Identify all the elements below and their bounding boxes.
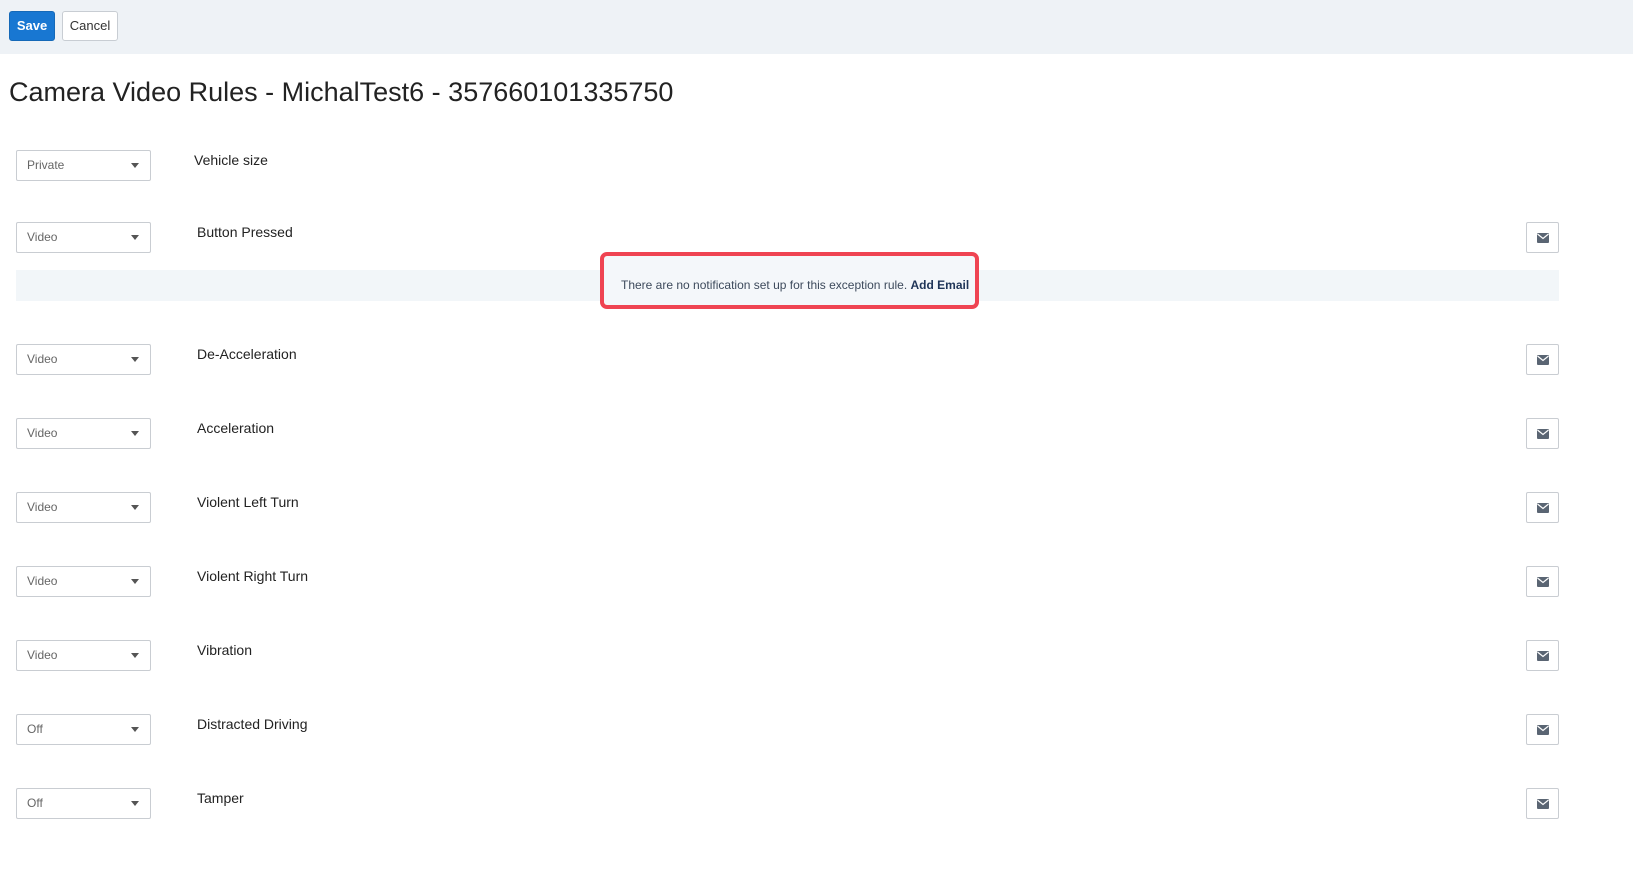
- email-notification-button[interactable]: [1526, 492, 1559, 523]
- rule-mode-select[interactable]: Off: [16, 714, 151, 745]
- rule-mode-value: Video: [27, 426, 58, 440]
- rule-mode-value: Video: [27, 352, 58, 366]
- envelope-icon: [1537, 577, 1549, 587]
- rule-label: Violent Right Turn: [197, 568, 309, 584]
- email-notification-button[interactable]: [1526, 344, 1559, 375]
- save-button[interactable]: Save: [9, 11, 55, 41]
- caret-down-icon: [131, 801, 139, 806]
- rule-mode-value: Off: [27, 722, 43, 736]
- envelope-icon: [1537, 233, 1549, 243]
- envelope-icon: [1537, 503, 1549, 513]
- rule-mode-select[interactable]: Video: [16, 344, 151, 375]
- email-notification-button[interactable]: [1526, 640, 1559, 671]
- caret-down-icon: [131, 727, 139, 732]
- rule-mode-value: Video: [27, 574, 58, 588]
- rule-row-vibration: Video Vibration: [0, 640, 1633, 672]
- caret-down-icon: [131, 505, 139, 510]
- rule-label: Violent Left Turn: [197, 494, 299, 510]
- rule-label: Vehicle size: [194, 152, 268, 168]
- rule-label: Button Pressed: [197, 224, 293, 240]
- email-notification-button[interactable]: [1526, 566, 1559, 597]
- rule-row-distracted-driving: Off Distracted Driving: [0, 714, 1633, 746]
- envelope-icon: [1537, 429, 1549, 439]
- add-email-link[interactable]: Add Email: [911, 278, 970, 292]
- rule-mode-value: Off: [27, 796, 43, 810]
- rule-row-tamper: Off Tamper: [0, 788, 1633, 820]
- email-notification-button[interactable]: [1526, 222, 1559, 253]
- email-notification-button[interactable]: [1526, 788, 1559, 819]
- rule-label: Vibration: [197, 642, 253, 658]
- caret-down-icon: [131, 357, 139, 362]
- envelope-icon: [1537, 355, 1549, 365]
- rule-label: Distracted Driving: [197, 716, 308, 732]
- rule-row-violent-left-turn: Video Violent Left Turn: [0, 492, 1633, 524]
- rule-row-button-pressed: Video Button Pressed: [0, 222, 1633, 254]
- envelope-icon: [1537, 725, 1549, 735]
- rule-mode-select[interactable]: Video: [16, 492, 151, 523]
- rule-mode-select[interactable]: Video: [16, 566, 151, 597]
- rule-mode-select[interactable]: Video: [16, 222, 151, 253]
- rule-label: Acceleration: [197, 420, 275, 436]
- rule-row-violent-right-turn: Video Violent Right Turn: [0, 566, 1633, 598]
- notification-message: There are no notification set up for thi…: [621, 276, 969, 294]
- caret-down-icon: [131, 579, 139, 584]
- toolbar: Save Cancel: [0, 0, 1633, 54]
- rule-row-vehicle-size: Private Vehicle size: [0, 150, 1633, 182]
- notification-text: There are no notification set up for thi…: [621, 278, 908, 292]
- rule-mode-select[interactable]: Off: [16, 788, 151, 819]
- rule-mode-value: Video: [27, 500, 58, 514]
- page-title: Camera Video Rules - MichalTest6 - 35766…: [9, 77, 674, 107]
- cancel-button[interactable]: Cancel: [62, 11, 118, 41]
- email-notification-button[interactable]: [1526, 714, 1559, 745]
- rule-label: Tamper: [197, 790, 244, 806]
- email-notification-button[interactable]: [1526, 418, 1559, 449]
- caret-down-icon: [131, 163, 139, 168]
- envelope-icon: [1537, 799, 1549, 809]
- rule-mode-value: Video: [27, 648, 58, 662]
- caret-down-icon: [131, 235, 139, 240]
- rule-row-acceleration: Video Acceleration: [0, 418, 1633, 450]
- caret-down-icon: [131, 431, 139, 436]
- rule-mode-select[interactable]: Video: [16, 418, 151, 449]
- envelope-icon: [1537, 651, 1549, 661]
- rule-mode-value: Private: [27, 158, 65, 172]
- rule-row-de-acceleration: Video De-Acceleration: [0, 344, 1633, 376]
- rule-mode-select[interactable]: Private: [16, 150, 151, 181]
- rule-mode-select[interactable]: Video: [16, 640, 151, 671]
- rule-mode-value: Video: [27, 230, 58, 244]
- caret-down-icon: [131, 653, 139, 658]
- rule-label: De-Acceleration: [197, 346, 297, 362]
